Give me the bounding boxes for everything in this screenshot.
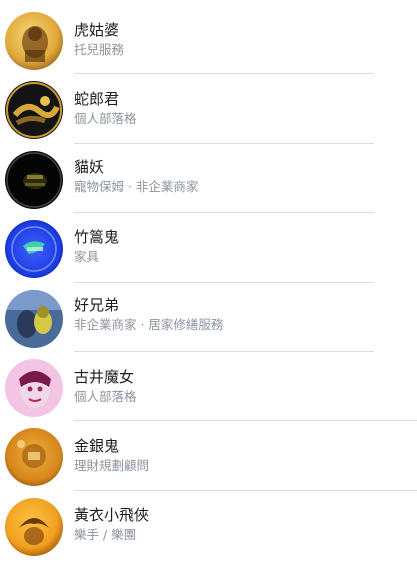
page-name[interactable]: 金銀鬼 bbox=[74, 437, 119, 455]
divider bbox=[74, 143, 374, 144]
divider bbox=[74, 420, 417, 421]
list-item-page-2[interactable]: 蛇郎君 個人部落格 bbox=[0, 76, 417, 145]
cat-demon-avatar[interactable] bbox=[5, 151, 63, 209]
page-name[interactable]: 古井魔女 bbox=[74, 368, 134, 386]
page-name[interactable]: 竹篙鬼 bbox=[74, 228, 119, 246]
list-item-page-4[interactable]: 竹篙鬼 家具 bbox=[0, 215, 417, 284]
bamboo-ghost-avatar[interactable] bbox=[5, 220, 63, 278]
page-list: 虎姑婆 托兒服務 蛇郎君 個人部落格 貓妖 寵物保姆 · 非企業商家 竹篙鬼 家… bbox=[0, 0, 417, 564]
divider bbox=[74, 490, 417, 491]
list-item-page-7[interactable]: 金銀鬼 理財規劃顧問 bbox=[0, 423, 417, 492]
page-category: 寵物保姆 · 非企業商家 bbox=[74, 179, 199, 194]
list-item-page-3[interactable]: 貓妖 寵物保姆 · 非企業商家 bbox=[0, 146, 417, 215]
page-category: 托兒服務 bbox=[74, 42, 125, 57]
divider bbox=[74, 282, 374, 283]
page-category: 樂手 / 樂團 bbox=[74, 527, 137, 542]
page-name[interactable]: 好兄弟 bbox=[74, 296, 119, 314]
divider bbox=[74, 212, 374, 213]
yellow-flyer-avatar[interactable] bbox=[5, 498, 63, 556]
divider bbox=[74, 73, 374, 74]
page-name[interactable]: 黃衣小飛俠 bbox=[74, 506, 149, 524]
snake-lord-avatar[interactable] bbox=[5, 81, 63, 139]
good-brothers-avatar[interactable] bbox=[5, 290, 63, 348]
page-category: 非企業商家 · 居家修繕服務 bbox=[74, 317, 224, 332]
list-item-page-6[interactable]: 古井魔女 個人部落格 bbox=[0, 354, 417, 423]
page-category: 個人部落格 bbox=[74, 389, 137, 404]
list-item-page-8[interactable]: 黃衣小飛俠 樂手 / 樂團 bbox=[0, 493, 417, 562]
list-item-page-5[interactable]: 好兄弟 非企業商家 · 居家修繕服務 bbox=[0, 285, 417, 354]
divider bbox=[74, 351, 374, 352]
list-item-page-1[interactable]: 虎姑婆 托兒服務 bbox=[0, 7, 417, 76]
page-name[interactable]: 貓妖 bbox=[74, 158, 104, 176]
page-category: 個人部落格 bbox=[74, 111, 137, 126]
gold-silver-ghost-avatar[interactable] bbox=[5, 428, 63, 486]
page-category: 家具 bbox=[74, 249, 100, 264]
page-category: 理財規劃顧問 bbox=[74, 458, 150, 473]
well-witch-avatar[interactable] bbox=[5, 359, 63, 417]
tiger-granny-avatar[interactable] bbox=[5, 12, 63, 70]
page-name[interactable]: 蛇郎君 bbox=[74, 90, 119, 108]
page-name[interactable]: 虎姑婆 bbox=[74, 21, 119, 39]
